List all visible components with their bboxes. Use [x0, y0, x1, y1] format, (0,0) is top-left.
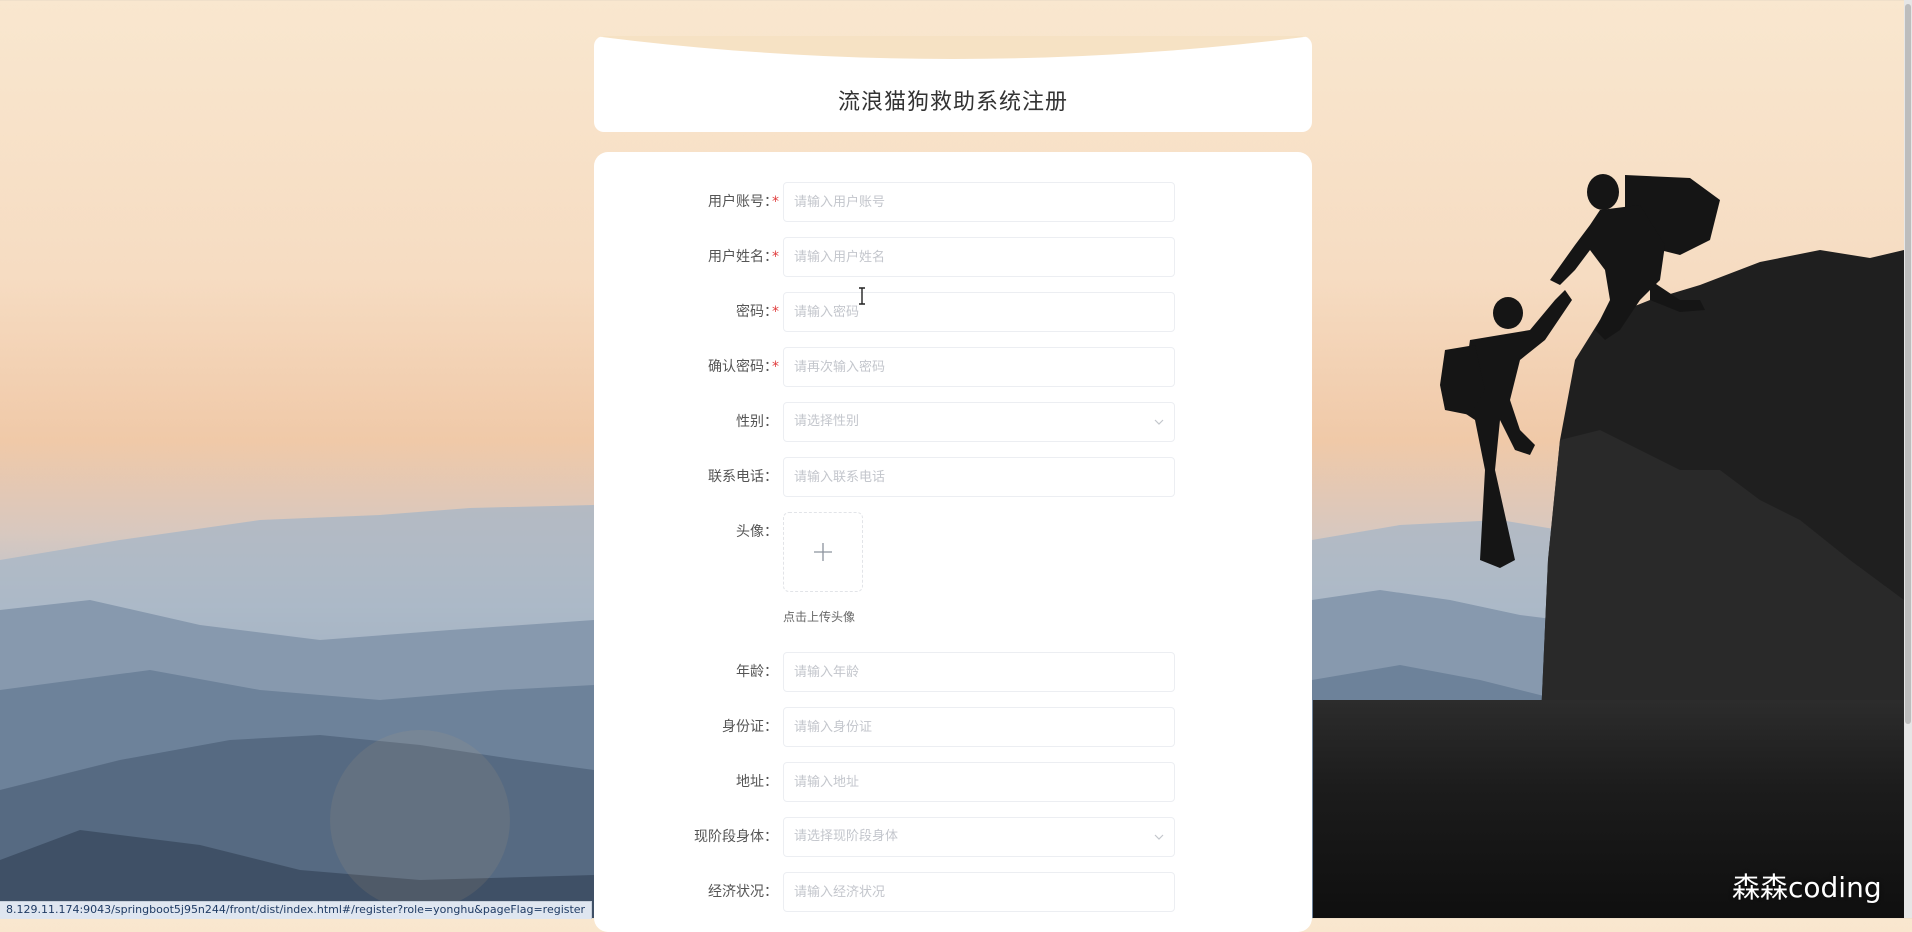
- phone-label: 联系电话：: [708, 469, 778, 485]
- username-field: [783, 182, 1175, 222]
- form-row-gender: 性别： 请选择性别: [594, 402, 1312, 442]
- confirm-password-input[interactable]: [784, 348, 1164, 386]
- gender-select-placeholder: 请选择性别: [794, 414, 860, 429]
- password-field: [783, 292, 1175, 332]
- browser-status-bar-url: 8.129.11.174:9043/springboot5j95n244/fro…: [0, 901, 593, 919]
- page-title: 流浪猫狗救助系统注册: [837, 90, 1068, 115]
- password-input[interactable]: [784, 293, 1164, 331]
- age-field: [783, 652, 1175, 692]
- form-row-health-status: 现阶段身体： 请选择现阶段身体: [594, 817, 1312, 857]
- id-card-input[interactable]: [784, 708, 1164, 746]
- required-asterisk: *: [772, 249, 779, 265]
- required-asterisk: *: [772, 304, 779, 320]
- page-scrollbar[interactable]: [1904, 0, 1912, 918]
- avatar-upload-hint: 点击上传头像: [783, 610, 856, 624]
- phone-field: [783, 457, 1175, 497]
- username-label: 用户账号：: [708, 194, 778, 210]
- id-card-label: 身份证：: [722, 719, 778, 735]
- age-input[interactable]: [784, 653, 1164, 691]
- health-status-select[interactable]: 请选择现阶段身体: [783, 817, 1175, 857]
- required-asterisk: *: [772, 359, 779, 375]
- confirm-password-field: [783, 347, 1175, 387]
- form-row-password: 密码： *: [594, 292, 1312, 332]
- form-row-address: 地址：: [594, 762, 1312, 802]
- required-asterisk: *: [772, 194, 779, 210]
- economic-status-input[interactable]: [784, 873, 1164, 911]
- text-cursor-icon: [859, 287, 865, 305]
- gender-select[interactable]: 请选择性别: [783, 402, 1175, 442]
- avatar-upload-button[interactable]: [783, 512, 863, 592]
- watermark-text: 森森coding: [1732, 871, 1882, 904]
- economic-status-field: [783, 872, 1175, 912]
- form-row-id-card: 身份证：: [594, 707, 1312, 747]
- fullname-field: [783, 237, 1175, 277]
- address-field: [783, 762, 1175, 802]
- scrollbar-thumb[interactable]: [1905, 4, 1911, 724]
- age-label: 年龄：: [736, 664, 778, 680]
- title-card: 流浪猫狗救助系统注册: [594, 36, 1312, 132]
- confirm-password-label: 确认密码：: [708, 359, 778, 375]
- form-row-economic-status: 经济状况：: [594, 872, 1312, 912]
- phone-input[interactable]: [784, 458, 1164, 496]
- fullname-input[interactable]: [784, 238, 1164, 276]
- address-label: 地址：: [736, 774, 778, 790]
- title-card-curve-decoration: [594, 36, 1312, 59]
- chevron-down-icon: [1154, 834, 1164, 840]
- address-input[interactable]: [784, 763, 1164, 801]
- chevron-down-icon: [1154, 419, 1164, 425]
- health-status-label: 现阶段身体：: [694, 829, 778, 845]
- form-row-age: 年龄：: [594, 652, 1312, 692]
- economic-status-label: 经济状况：: [708, 884, 778, 900]
- register-form: 用户账号：*用户姓名：*密码：*确认密码：*性别：请选择性别联系电话：头像：点击…: [594, 152, 1312, 932]
- gender-label: 性别：: [736, 414, 778, 430]
- plus-icon: [814, 543, 832, 561]
- id-card-field: [783, 707, 1175, 747]
- fullname-label: 用户姓名：: [708, 249, 778, 265]
- form-row-phone: 联系电话：: [594, 457, 1312, 497]
- health-status-select-placeholder: 请选择现阶段身体: [794, 829, 899, 844]
- form-row-fullname: 用户姓名： *: [594, 237, 1312, 277]
- form-row-username: 用户账号： *: [594, 182, 1312, 222]
- username-input[interactable]: [784, 183, 1164, 221]
- avatar-label: 头像：: [736, 524, 778, 540]
- form-row-avatar: 头像： 点击上传头像: [594, 512, 1312, 632]
- form-row-confirm-password: 确认密码： *: [594, 347, 1312, 387]
